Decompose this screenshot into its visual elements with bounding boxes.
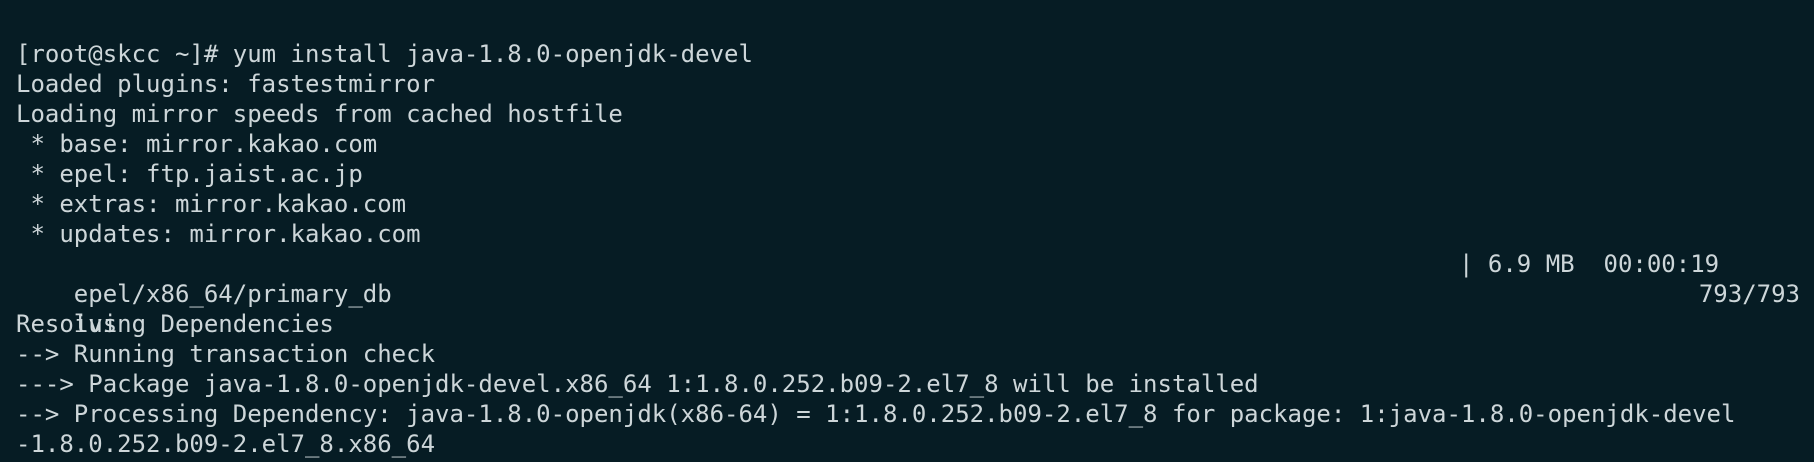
terminal-line: --> Processing Dependency: java-1.8.0-op… <box>16 400 1736 428</box>
terminal-line: * extras: mirror.kakao.com <box>16 190 407 218</box>
terminal-window[interactable]: [root@skcc ~]# yum install java-1.8.0-op… <box>0 0 1814 462</box>
ius-package-count: 793/793 <box>1698 280 1800 308</box>
terminal-line: ---> Package java-1.8.0-openjdk-devel.x8… <box>16 370 1259 398</box>
terminal-line: -1.8.0.252.b09-2.el7_8.x86_64 <box>16 430 436 458</box>
terminal-line: * base: mirror.kakao.com <box>16 130 378 158</box>
terminal-line-ius: ius 793/793 <box>16 279 1800 338</box>
terminal-line: Resolving Dependencies <box>16 310 334 338</box>
terminal-line: --> Running transaction check <box>16 340 436 368</box>
terminal-line: * updates: mirror.kakao.com <box>16 220 421 248</box>
terminal-line-epel: epel/x86_64/primary_db | 6.9 MB 00:00:19 <box>16 249 1800 308</box>
terminal-line: Loading mirror speeds from cached hostfi… <box>16 100 623 128</box>
epel-download-progress: | 6.9 MB 00:00:19 <box>1459 250 1720 278</box>
terminal-line: [root@skcc ~]# yum install java-1.8.0-op… <box>16 40 753 68</box>
terminal-line: Loaded plugins: fastestmirror <box>16 70 436 98</box>
terminal-line: * epel: ftp.jaist.ac.jp <box>16 160 363 188</box>
